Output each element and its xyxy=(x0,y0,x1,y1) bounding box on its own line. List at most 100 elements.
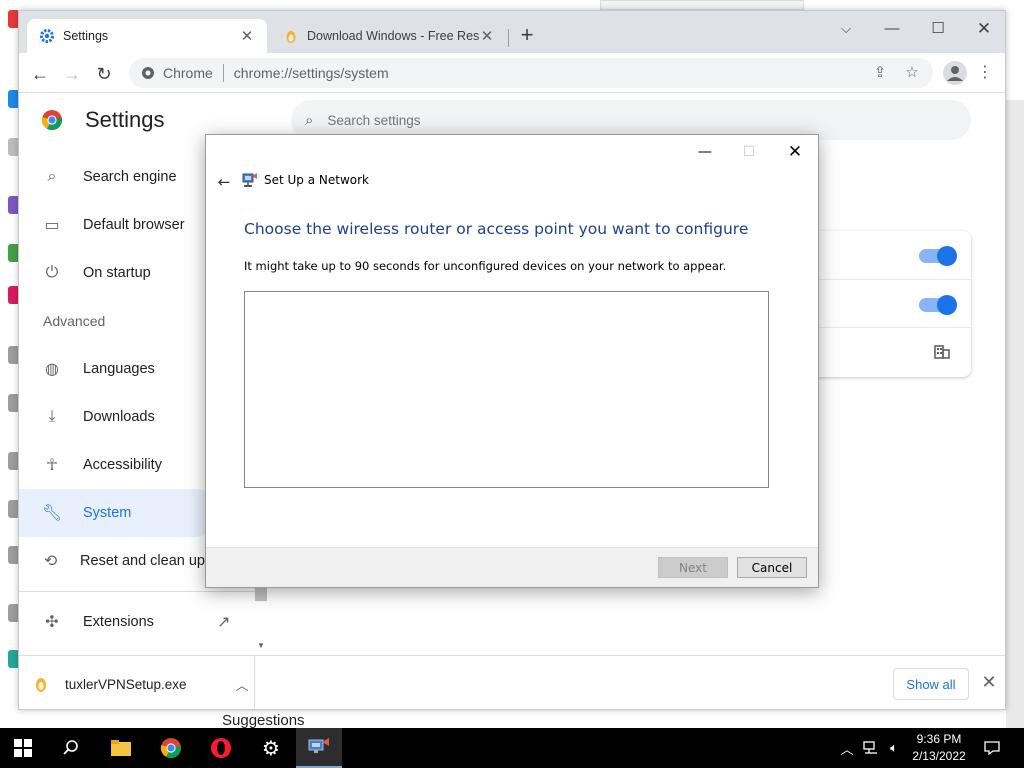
tab-download-windows[interactable]: Download Windows - Free Resid ✕ xyxy=(271,19,507,53)
download-icon: ⤓ xyxy=(48,408,56,425)
sidebar-item-extensions[interactable]: ✣ Extensions ↗ xyxy=(19,598,230,646)
advanced-heading[interactable]: Advanced xyxy=(19,297,205,345)
search-icon xyxy=(63,740,78,755)
sidebar-item-label: Downloads xyxy=(83,409,155,425)
tuxler-icon xyxy=(286,31,296,43)
bookmark-star-icon[interactable]: ☆ xyxy=(899,58,925,88)
browser-icon: ▭ xyxy=(44,217,60,234)
new-tab-button[interactable]: + xyxy=(515,24,539,48)
taskbar-search-button[interactable] xyxy=(48,728,94,768)
profile-avatar-icon[interactable] xyxy=(943,61,967,85)
sidebar-item-reset-and-clean-up[interactable]: ⟲ Reset and clean up xyxy=(19,537,205,585)
suggestions-text: Suggestions xyxy=(222,712,305,729)
settings-taskbar-button[interactable]: ⚙ xyxy=(248,728,294,768)
toggle-knob xyxy=(937,246,957,266)
device-list[interactable] xyxy=(244,291,769,488)
cancel-button[interactable]: Cancel xyxy=(737,557,807,578)
sidebar-item-accessibility[interactable]: ☥ Accessibility xyxy=(19,441,205,489)
tab-title: Download Windows - Free Resid xyxy=(307,29,479,43)
address-bar[interactable]: Chrome chrome://settings/system xyxy=(129,58,933,88)
close-tab-icon[interactable]: ✕ xyxy=(239,27,255,45)
chrome-taskbar-button[interactable] xyxy=(148,728,194,768)
background-apps-toggle[interactable] xyxy=(919,246,957,266)
tab-settings[interactable]: Settings ✕ xyxy=(27,19,267,53)
close-window-button[interactable]: ✕ xyxy=(961,15,1005,43)
chrome-site-icon xyxy=(142,67,154,79)
share-icon[interactable]: ⇪ xyxy=(867,58,893,88)
setup-network-dialog: — ☐ ✕ ← Set Up a Network Choose the wire… xyxy=(205,134,819,588)
close-tab-icon[interactable]: ✕ xyxy=(479,27,495,45)
tab-strip: Settings ✕ Download Windows - Free Resid… xyxy=(19,11,1005,53)
wrench-icon: 🔧︎ xyxy=(41,505,63,522)
volume-icon[interactable]: 🔈︎ xyxy=(884,728,904,768)
background-window[interactable] xyxy=(600,0,804,10)
sidebar-item-label: System xyxy=(83,505,132,521)
chevron-up-icon[interactable]: ︿ xyxy=(230,675,254,694)
accessibility-icon: ☥ xyxy=(46,457,58,474)
sidebar-item-label: On startup xyxy=(83,265,151,281)
dialog-heading: Choose the wireless router or access poi… xyxy=(244,220,749,238)
network-setup-icon xyxy=(242,173,257,187)
search-icon: ⌕ xyxy=(305,111,314,129)
sidebar-item-label: Reset and clean up xyxy=(80,553,205,569)
download-shelf: tuxlerVPNSetup.exe ︿ Show all ✕ xyxy=(19,655,1005,709)
forward-arrow-icon[interactable]: → xyxy=(59,61,85,87)
network-setup-taskbar-button[interactable] xyxy=(296,728,342,768)
sidebar-item-label: Search engine xyxy=(83,169,177,185)
tab-search-chevron-icon[interactable]: ⌵ xyxy=(823,15,869,43)
next-button[interactable]: Next xyxy=(658,557,728,578)
reload-icon[interactable]: ↻ xyxy=(91,61,117,87)
clock-date: 2/13/2022 xyxy=(912,749,966,763)
proxy-settings-icon[interactable] xyxy=(933,343,951,361)
network-icon xyxy=(863,741,877,754)
download-item[interactable]: tuxlerVPNSetup.exe ︿ xyxy=(33,656,255,709)
gear-icon xyxy=(40,29,54,43)
address-divider xyxy=(222,64,224,82)
windows-logo-icon xyxy=(14,739,32,757)
toggle-knob xyxy=(937,295,957,315)
opera-logo-icon xyxy=(211,738,231,758)
sidebar-item-search-engine[interactable]: ⌕ Search engine xyxy=(19,153,205,201)
network-status-icon[interactable] xyxy=(860,728,882,768)
back-arrow-icon[interactable]: ← xyxy=(27,61,53,87)
gear-icon: ⚙ xyxy=(262,737,280,760)
more-menu-icon[interactable]: ⋮ xyxy=(975,61,995,85)
minimize-button[interactable]: — xyxy=(869,15,915,43)
browser-toolbar: ← → ↻ Chrome chrome://settings/system ⇪ … xyxy=(19,53,1005,93)
hardware-acceleration-toggle[interactable] xyxy=(919,295,957,315)
chrome-logo-icon xyxy=(41,110,63,131)
maximize-button[interactable]: ☐ xyxy=(915,15,961,43)
globe-icon: ◍ xyxy=(45,361,59,378)
dialog-title-row: Set Up a Network xyxy=(242,172,369,188)
file-explorer-button[interactable] xyxy=(98,728,144,768)
notifications-icon[interactable] xyxy=(980,728,1004,768)
scroll-down-arrow-icon[interactable]: ▼ xyxy=(255,641,267,650)
show-all-button[interactable]: Show all xyxy=(893,668,969,700)
search-settings-input[interactable] xyxy=(327,112,828,128)
history-icon: ⟲ xyxy=(43,553,58,570)
power-icon: ⏻ xyxy=(45,264,59,281)
settings-header: Settings xyxy=(41,107,165,133)
sidebar-item-languages[interactable]: ◍ Languages xyxy=(19,345,205,393)
dialog-maximize-button[interactable]: ☐ xyxy=(726,139,772,165)
start-button[interactable] xyxy=(0,728,46,768)
opera-taskbar-button[interactable] xyxy=(198,728,244,768)
sidebar-item-system[interactable]: 🔧︎ System xyxy=(19,489,219,537)
sidebar-item-default-browser[interactable]: ▭ Default browser xyxy=(19,201,205,249)
show-hidden-icons-chevron-icon[interactable]: ︿ xyxy=(838,728,856,768)
clock-time: 9:36 PM xyxy=(916,732,962,746)
sidebar-item-on-startup[interactable]: ⏻ On startup xyxy=(19,249,205,297)
back-arrow-icon[interactable]: ← xyxy=(212,171,236,193)
taskbar-clock[interactable]: 9:36 PM 2/13/2022 xyxy=(904,731,974,765)
background-window-edge xyxy=(1006,100,1024,728)
sidebar-item-downloads[interactable]: ⤓ Downloads xyxy=(19,393,205,441)
network-setup-icon xyxy=(308,738,329,753)
dialog-minimize-button[interactable]: — xyxy=(682,139,728,165)
sidebar-divider xyxy=(19,591,259,592)
open-in-new-icon: ↗ xyxy=(217,614,231,631)
dialog-close-button[interactable]: ✕ xyxy=(772,139,818,165)
url-text: chrome://settings/system xyxy=(233,65,389,81)
search-icon: ⌕ xyxy=(47,168,57,185)
close-download-bar-icon[interactable]: ✕ xyxy=(979,672,999,696)
settings-sidebar: ⌕ Search engine ▭ Default browser ⏻ On s… xyxy=(19,153,259,646)
